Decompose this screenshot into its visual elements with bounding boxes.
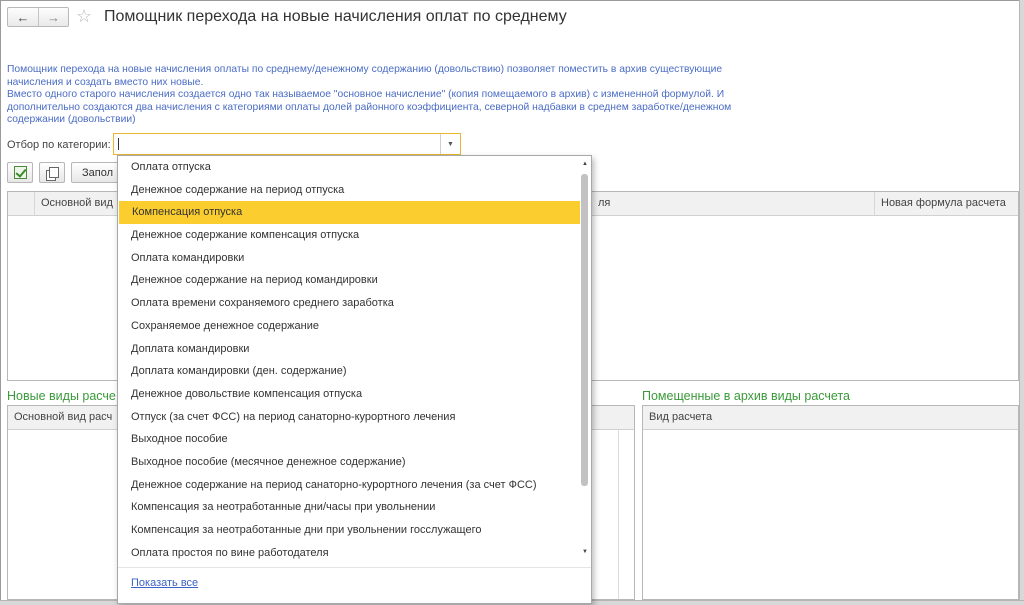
dropdown-item[interactable]: Доплата командировки (ден. содержание) <box>118 360 579 383</box>
dropdown-item[interactable]: Оплата командировки <box>118 247 579 270</box>
column-header-main-type[interactable]: Основной вид <box>34 192 118 215</box>
description-line: содержании (довольствии) <box>7 114 136 125</box>
description-line: начисления и создать вместо них новые. <box>7 76 204 88</box>
triangle-down-icon: ▼ <box>447 140 454 148</box>
fill-button[interactable]: Запол <box>71 162 121 183</box>
check-all-button[interactable] <box>7 162 33 183</box>
archived-types-title: Помещенные в архив виды расчета <box>642 389 850 403</box>
new-types-title: Новые виды расче <box>7 389 116 403</box>
description-text: Помощник перехода на новые начисления оп… <box>7 64 807 127</box>
description-line: Помощник перехода на новые начисления оп… <box>7 64 723 75</box>
category-dropdown-list: Оплата отпуска Денежное содержание на пе… <box>117 155 592 604</box>
dropdown-button[interactable]: ▼ <box>440 134 460 154</box>
dropdown-item[interactable]: Денежное содержание на период санаторно-… <box>118 474 579 497</box>
dropdown-item[interactable]: Денежное содержание компенсация отпуска <box>118 224 579 247</box>
archived-types-table: Вид расчета <box>642 405 1019 600</box>
scroll-down-icon[interactable]: ▼ <box>581 548 589 556</box>
dropdown-item[interactable]: Денежное содержание на период отпуска <box>118 179 579 202</box>
dropdown-item[interactable]: Сохраняемое денежное содержание <box>118 315 579 338</box>
column-header-new-formula[interactable]: Новая формула расчета <box>874 192 1020 215</box>
copy-button[interactable] <box>39 162 65 183</box>
dropdown-item[interactable]: Оплата времени сохраняемого среднего зар… <box>118 292 579 315</box>
dropdown-item[interactable]: Отпуск (за счет ФСС) на период санаторно… <box>118 406 579 429</box>
window-right-edge <box>1019 0 1024 605</box>
dropdown-item[interactable]: Выходное пособие (месячное денежное соде… <box>118 451 579 474</box>
arrow-left-icon: ← <box>16 9 30 25</box>
filter-category-input[interactable] <box>114 134 434 154</box>
scrollbar-thumb[interactable] <box>581 174 588 486</box>
table-header: Вид расчета <box>643 406 1018 430</box>
description-line: Вместо одного старого начисления создает… <box>7 89 725 100</box>
dropdown-item[interactable]: Выходное пособие <box>118 428 579 451</box>
filter-category-field[interactable]: ▼ <box>113 133 461 155</box>
back-button[interactable]: ← <box>8 8 38 26</box>
forward-button[interactable]: → <box>37 8 68 26</box>
scroll-up-icon[interactable]: ▲ <box>581 160 589 168</box>
dropdown-scrollbar[interactable]: ▲ ▼ <box>581 160 589 560</box>
page-title: Помощник перехода на новые начисления оп… <box>104 8 567 25</box>
check-all-icon <box>13 166 27 179</box>
dropdown-item[interactable]: Доплата командировки <box>118 338 579 361</box>
column-header-main-type[interactable]: Основной вид расч <box>8 406 118 429</box>
dropdown-item[interactable]: Оплата отпуска <box>118 156 579 179</box>
star-icon[interactable]: ☆ <box>76 6 92 26</box>
dropdown-item[interactable]: Денежное содержание на период командиров… <box>118 269 579 292</box>
scrollbar[interactable] <box>618 430 634 599</box>
dropdown-separator <box>118 567 591 568</box>
dropdown-item[interactable]: Оплата простоя по вине работодателя <box>118 542 579 565</box>
dropdown-item-selected[interactable]: Компенсация отпуска <box>119 201 580 225</box>
text-cursor <box>118 138 119 150</box>
column-header-calc-type[interactable]: Вид расчета <box>643 406 1018 429</box>
dropdown-items: Оплата отпуска Денежное содержание на пе… <box>118 156 580 565</box>
column-header-partial[interactable]: ля <box>592 192 874 215</box>
column-header-marker <box>8 192 34 215</box>
dropdown-item[interactable]: Компенсация за неотработанные дни при ув… <box>118 519 579 542</box>
filter-category-label: Отбор по категории: <box>7 139 111 151</box>
navigation-buttons: ← → <box>7 7 69 27</box>
dropdown-item[interactable]: Компенсация за неотработанные дни/часы п… <box>118 496 579 519</box>
show-all-link[interactable]: Показать все <box>131 577 198 589</box>
copy-icon <box>46 166 59 181</box>
dropdown-item[interactable]: Денежное довольствие компенсация отпуска <box>118 383 579 406</box>
description-line: дополнительно создаются два начисления с… <box>7 101 732 113</box>
arrow-right-icon: → <box>46 9 60 25</box>
